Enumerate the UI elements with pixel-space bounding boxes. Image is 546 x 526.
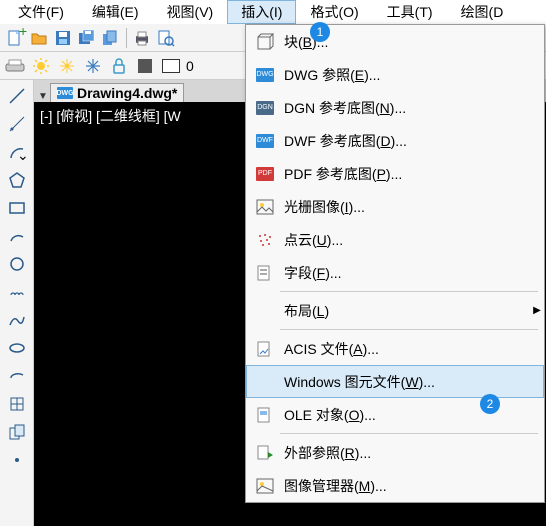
menu-item-acis[interactable]: ACIS 文件(A)...: [246, 332, 544, 365]
line-tool[interactable]: [7, 86, 27, 106]
svg-text:+: +: [19, 23, 27, 39]
plotter-icon[interactable]: [4, 55, 26, 77]
new-icon[interactable]: +: [4, 27, 26, 49]
save-icon[interactable]: [52, 27, 74, 49]
image-manager-icon: [252, 478, 278, 494]
polygon-tool[interactable]: [7, 170, 27, 190]
menu-draw[interactable]: 绘图(D: [447, 0, 518, 24]
document-tab-label: Drawing4.dwg*: [77, 85, 177, 101]
field-icon: [252, 264, 278, 282]
revcloud-tool[interactable]: [7, 282, 27, 302]
menu-edit[interactable]: 编辑(E): [78, 0, 153, 24]
thaw-icon[interactable]: [82, 55, 104, 77]
menu-item-dgn-ref[interactable]: DGN DGN 参考底图(N)...: [246, 91, 544, 124]
sun-icon[interactable]: [30, 55, 52, 77]
draw-toolbar: ⌄: [0, 80, 34, 526]
menu-item-xref[interactable]: 外部参照(R)...: [246, 436, 544, 469]
insert-block-tool[interactable]: [7, 394, 27, 414]
annotation-badge-2: 2: [480, 394, 500, 414]
dwg-file-icon: DWG: [57, 87, 73, 99]
menu-file[interactable]: 文件(F): [4, 0, 78, 24]
rect-tool[interactable]: [7, 198, 27, 218]
pdf-ref-icon: PDF: [252, 167, 278, 181]
open-icon[interactable]: [28, 27, 50, 49]
menu-item-dwf-ref[interactable]: DWF DWF 参考底图(D)...: [246, 124, 544, 157]
dgn-ref-icon: DGN: [252, 101, 278, 115]
viewport-status: [-] [俯视] [二维线框] [W: [40, 108, 181, 124]
menu-view[interactable]: 视图(V): [153, 0, 228, 24]
lock-icon[interactable]: [108, 55, 130, 77]
tab-dropdown-icon[interactable]: ▼: [36, 91, 50, 102]
print-icon[interactable]: [131, 27, 153, 49]
menu-item-block[interactable]: 块(B)...: [246, 25, 544, 58]
dwf-ref-icon: DWF: [252, 134, 278, 148]
acis-icon: [252, 340, 278, 358]
ellipsearc-tool[interactable]: [7, 366, 27, 386]
xref-icon: [252, 444, 278, 462]
menu-item-raster[interactable]: 光栅图像(I)...: [246, 190, 544, 223]
arc3p-tool[interactable]: [7, 226, 27, 246]
block-icon: [252, 33, 278, 51]
menu-item-layout[interactable]: 布局(L) ▶: [246, 294, 544, 327]
lineweight-value: 0: [186, 58, 194, 74]
saveall-icon[interactable]: [76, 27, 98, 49]
document-tab[interactable]: DWG Drawing4.dwg*: [50, 83, 184, 102]
menu-item-pointcloud[interactable]: 点云(U)...: [246, 223, 544, 256]
menu-item-wmf[interactable]: Windows 图元文件(W)...: [246, 365, 544, 398]
menu-item-dwg-ref[interactable]: DWG DWG 参照(E)...: [246, 58, 544, 91]
print-preview-icon[interactable]: [155, 27, 177, 49]
menu-bar: 文件(F) 编辑(E) 视图(V) 插入(I) 格式(O) 工具(T) 绘图(D: [0, 0, 546, 24]
menu-item-field[interactable]: 字段(F)...: [246, 256, 544, 289]
menu-insert[interactable]: 插入(I): [227, 0, 296, 24]
insert-menu-dropdown: 块(B)... DWG DWG 参照(E)... DGN DGN 参考底图(N)…: [245, 24, 545, 503]
submenu-arrow-icon: ▶: [530, 305, 544, 316]
menu-item-pdf-ref[interactable]: PDF PDF 参考底图(P)...: [246, 157, 544, 190]
menu-format[interactable]: 格式(O): [296, 0, 372, 24]
annotation-badge-1: 1: [310, 22, 330, 42]
freeze-icon[interactable]: [56, 55, 78, 77]
spline-tool[interactable]: [7, 310, 27, 330]
lineweight-field[interactable]: 0: [160, 55, 194, 77]
point-tool[interactable]: [7, 450, 27, 470]
ole-icon: [252, 406, 278, 424]
menu-item-image-manager[interactable]: 图像管理器(M)...: [246, 469, 544, 502]
ellipse-tool[interactable]: [7, 338, 27, 358]
make-block-tool[interactable]: [7, 422, 27, 442]
svg-text:⌄: ⌄: [17, 147, 29, 163]
raster-icon: [252, 199, 278, 215]
color-icon[interactable]: [134, 55, 156, 77]
copy-multi-icon[interactable]: [100, 27, 122, 49]
dwg-ref-icon: DWG: [252, 68, 278, 82]
ray-tool[interactable]: [7, 114, 27, 134]
arc-tool[interactable]: ⌄: [7, 142, 27, 162]
pointcloud-icon: [252, 232, 278, 248]
circle-tool[interactable]: [7, 254, 27, 274]
menu-tools[interactable]: 工具(T): [373, 0, 447, 24]
